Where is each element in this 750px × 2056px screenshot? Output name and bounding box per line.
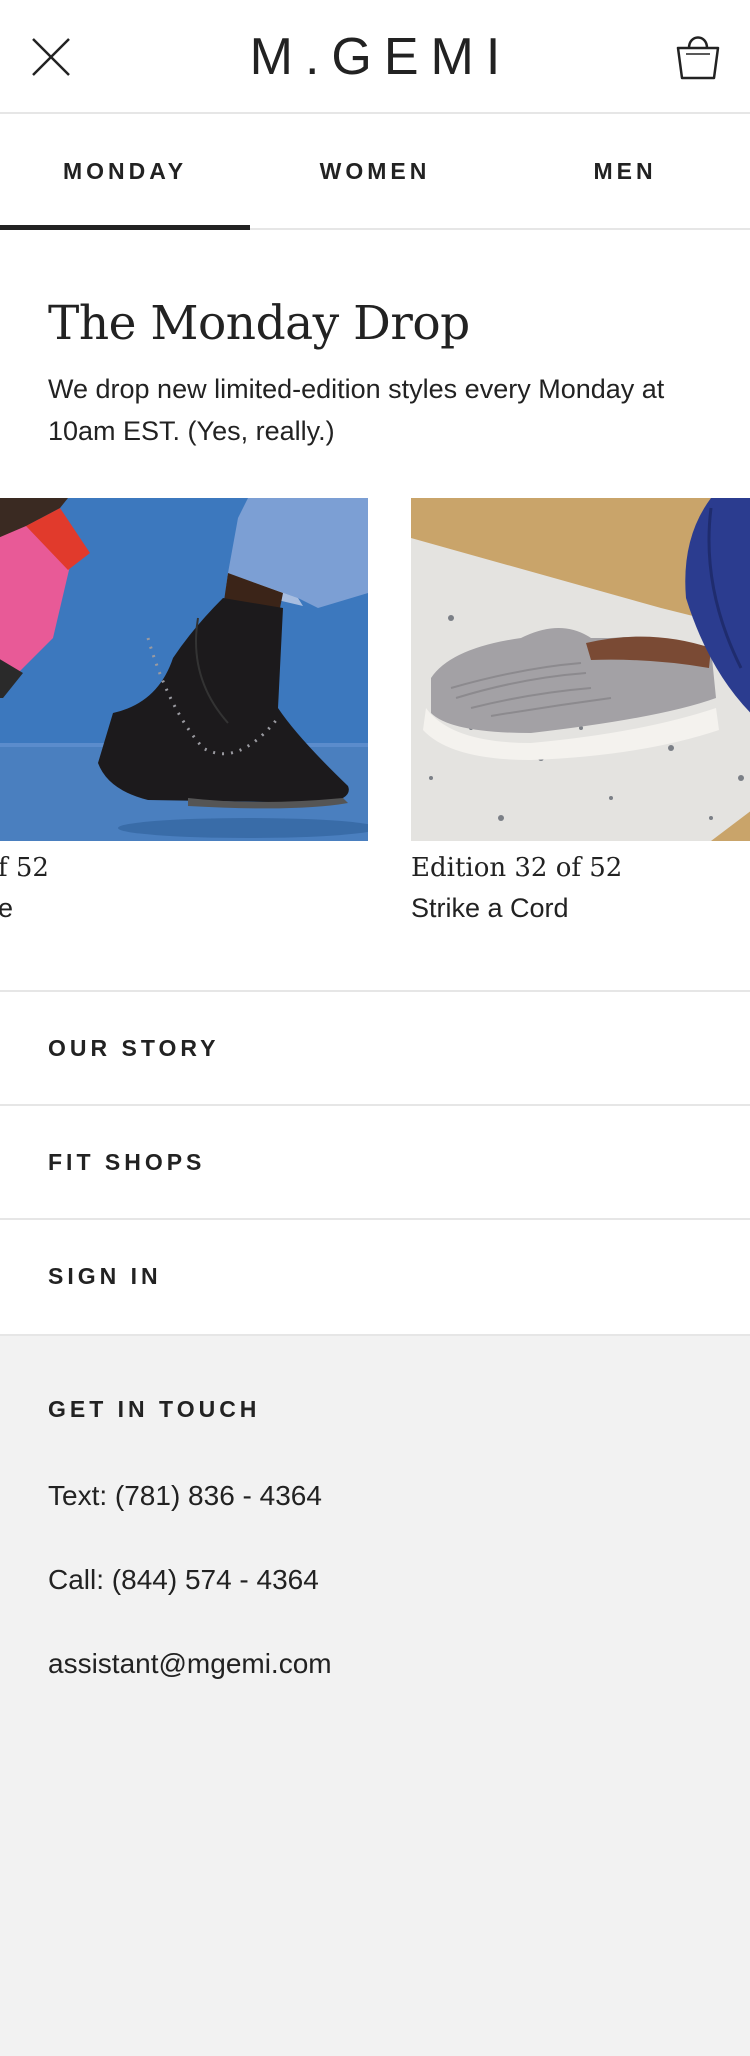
menu-item-our-story[interactable]: OUR STORY (0, 990, 750, 1104)
product-edition: f 52 (0, 853, 49, 883)
contact-text-link[interactable]: Text: (781) 836 - 4364 (48, 1480, 322, 1512)
product-card[interactable]: f 52 e (0, 498, 368, 924)
header: M.GEMI (0, 0, 750, 114)
product-name: e (0, 893, 14, 923)
monday-drop-title: The Monday Drop (48, 296, 470, 351)
tab-monday[interactable]: MONDAY (0, 114, 250, 230)
get-in-touch-title: GET IN TOUCH (48, 1396, 261, 1422)
monday-drop-description: We drop new limited-edition styles every… (48, 374, 665, 446)
shopping-bag-icon[interactable] (674, 30, 722, 82)
product-edition: Edition 32 of 52 (411, 853, 623, 883)
nav-tabs: MONDAY WOMEN MEN (0, 114, 750, 230)
product-image-boot[interactable] (0, 498, 368, 841)
contact-email-link[interactable]: assistant@mgemi.com (48, 1648, 332, 1680)
product-card[interactable]: Edition 32 of 52 Strike a Cord (411, 498, 750, 924)
product-name: Strike a Cord (411, 893, 569, 923)
product-carousel[interactable]: f 52 e Edition 32 of 52 Strike a Cord (0, 498, 750, 958)
product-image-sneaker[interactable] (411, 498, 750, 841)
menu-item-fit-shops[interactable]: FIT SHOPS (0, 1104, 750, 1218)
contact-call-link[interactable]: Call: (844) 574 - 4364 (48, 1564, 319, 1596)
logo[interactable]: M.GEMI (0, 0, 750, 114)
tab-men[interactable]: MEN (500, 114, 750, 228)
tab-women[interactable]: WOMEN (250, 114, 500, 228)
get-in-touch-section: GET IN TOUCH Text: (781) 836 - 4364 Call… (0, 1334, 750, 2056)
menu-item-sign-in[interactable]: SIGN IN (0, 1218, 750, 1332)
